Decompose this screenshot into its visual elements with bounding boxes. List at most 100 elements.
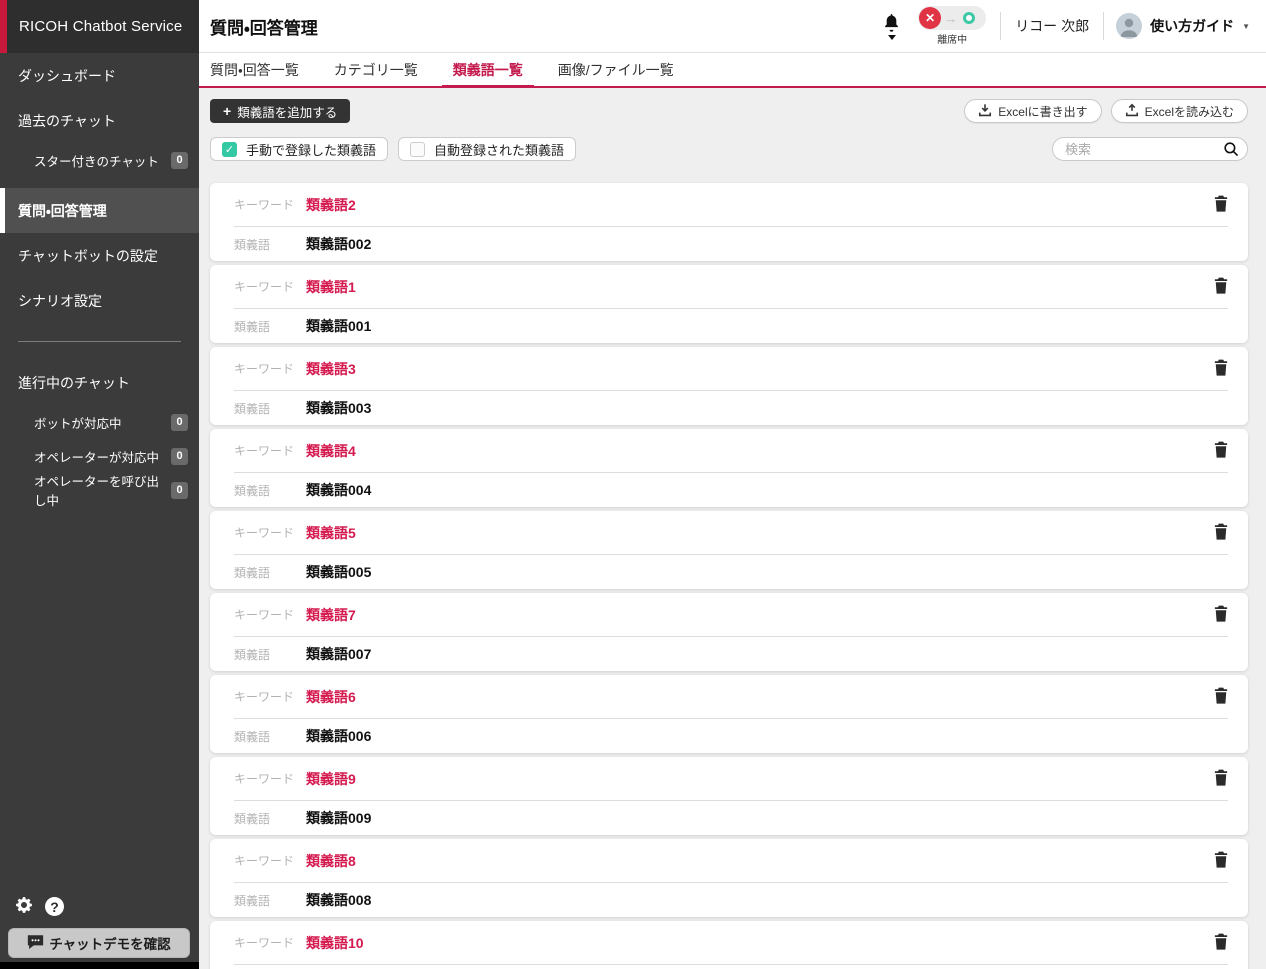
keyword-label: キーワード <box>234 442 306 459</box>
keyword-link[interactable]: 類義語3 <box>306 359 356 379</box>
keyword-link[interactable]: 類義語8 <box>306 851 356 871</box>
available-status-icon <box>963 12 975 24</box>
search-input[interactable] <box>1052 137 1248 161</box>
keyword-label: キーワード <box>234 524 306 541</box>
synonym-value: 類義語002 <box>306 234 371 254</box>
tab-category-list[interactable]: カテゴリ一覧 <box>323 53 429 86</box>
keyword-label: キーワード <box>234 606 306 623</box>
delete-synonym-button[interactable] <box>1214 687 1228 707</box>
synonym-value: 類義語007 <box>306 644 371 664</box>
notifications-button[interactable] <box>881 12 902 40</box>
filter-auto-synonyms[interactable]: 自動登録された類義語 <box>398 137 576 161</box>
sidebar-item-ongoing-chats[interactable]: 進行中のチャット <box>0 360 199 405</box>
synonym-label: 類義語 <box>234 482 306 499</box>
keyword-link[interactable]: 類義語7 <box>306 605 356 625</box>
synonym-label: 類義語 <box>234 892 306 909</box>
sidebar-item-label: 進行中のチャット <box>18 373 130 393</box>
app-logo: RICOH Chatbot Service <box>0 0 199 53</box>
keyword-link[interactable]: 類義語4 <box>306 441 356 461</box>
synonym-list: キーワード 類義語2 類義語 類義語002 キーワード 類義語1 類義語 <box>210 183 1248 969</box>
content: + 類義語を追加する Excelに書き出す Excelを読み込む <box>199 88 1266 969</box>
trash-icon <box>1214 687 1228 707</box>
sidebar-item-label: 質問・回答管理 <box>18 201 107 221</box>
settings-button[interactable] <box>14 895 34 918</box>
keyword-link[interactable]: 類義語6 <box>306 687 356 707</box>
delete-synonym-button[interactable] <box>1214 359 1228 379</box>
page-title: 質問・回答管理 <box>210 14 318 39</box>
upload-icon <box>1125 103 1139 120</box>
sidebar-item-operator-handling[interactable]: オペレーターが対応中 0 <box>0 439 199 473</box>
delete-synonym-button[interactable] <box>1214 769 1228 789</box>
sidebar-item-dashboard[interactable]: ダッシュボード <box>0 53 199 98</box>
away-status-icon: ✕ <box>919 7 941 29</box>
download-icon <box>978 103 992 120</box>
search-box <box>1052 137 1248 161</box>
tab-qa-list[interactable]: 質問・回答一覧 <box>199 53 310 86</box>
synonym-card: キーワード 類義語10 類義語 <box>210 921 1248 969</box>
excel-buttons: Excelに書き出す Excelを読み込む <box>964 99 1248 123</box>
operator-calling-count-badge: 0 <box>171 482 188 499</box>
keyword-link[interactable]: 類義語5 <box>306 523 356 543</box>
help-button[interactable]: ? <box>45 897 64 916</box>
sidebar-item-operator-calling[interactable]: オペレーターを呼び出し中 0 <box>0 473 199 507</box>
synonym-card: キーワード 類義語3 類義語 類義語003 <box>210 347 1248 425</box>
tab-image-file-list[interactable]: 画像/ファイル一覧 <box>547 53 685 86</box>
trash-icon <box>1214 933 1228 953</box>
tab-label: 類義語一覧 <box>453 60 523 80</box>
sidebar-item-label: チャットボットの設定 <box>18 246 158 266</box>
bell-icon <box>881 12 902 37</box>
keyword-label: キーワード <box>234 688 306 705</box>
synonym-card: キーワード 類義語2 類義語 類義語002 <box>210 183 1248 261</box>
synonym-label: 類義語 <box>234 810 306 827</box>
sidebar-footer: ? チャットデモを確認 <box>0 895 199 969</box>
delete-synonym-button[interactable] <box>1214 277 1228 297</box>
sidebar-item-bot-handling[interactable]: ボットが対応中 0 <box>0 405 199 439</box>
status-toggle[interactable]: ✕ → <box>918 6 986 30</box>
trash-icon <box>1214 851 1228 871</box>
tabbar: 質問・回答一覧 カテゴリ一覧 類義語一覧 画像/ファイル一覧 <box>199 53 1266 88</box>
trash-icon <box>1214 523 1228 543</box>
guide-label: 使い方ガイド <box>1150 16 1234 36</box>
delete-synonym-button[interactable] <box>1214 195 1228 215</box>
guide-menu-button[interactable]: 使い方ガイド ▼ <box>1116 13 1250 39</box>
delete-synonym-button[interactable] <box>1214 933 1228 953</box>
trash-icon <box>1214 277 1228 297</box>
keyword-label: キーワード <box>234 934 306 951</box>
tab-synonym-list[interactable]: 類義語一覧 <box>442 53 534 86</box>
tab-label: カテゴリ一覧 <box>334 60 418 80</box>
sidebar-item-starred-chats[interactable]: スター付きのチャット 0 <box>0 143 199 177</box>
keyword-label: キーワード <box>234 360 306 377</box>
delete-synonym-button[interactable] <box>1214 523 1228 543</box>
filter-manual-synonyms[interactable]: ✓ 手動で登録した類義語 <box>210 137 388 161</box>
sidebar-item-label: オペレーターが対応中 <box>34 447 159 466</box>
sidebar-item-chatbot-settings[interactable]: チャットボットの設定 <box>0 233 199 278</box>
app-root: RICOH Chatbot Service ダッシュボード 過去のチャット スタ… <box>0 0 1266 969</box>
trash-icon <box>1214 195 1228 215</box>
synonym-card: キーワード 類義語8 類義語 類義語008 <box>210 839 1248 917</box>
delete-synonym-button[interactable] <box>1214 441 1228 461</box>
caret-down-icon: ▼ <box>1242 22 1250 31</box>
sidebar: RICOH Chatbot Service ダッシュボード 過去のチャット スタ… <box>0 0 199 969</box>
trash-icon <box>1214 769 1228 789</box>
trash-icon <box>1214 359 1228 379</box>
page-header: 質問・回答管理 ✕ → 離席中 リコー 次郎 <box>199 0 1266 53</box>
add-synonym-button[interactable]: + 類義語を追加する <box>210 99 350 123</box>
synonym-card: キーワード 類義語7 類義語 類義語007 <box>210 593 1248 671</box>
synonym-card: キーワード 類義語6 類義語 類義語006 <box>210 675 1248 753</box>
delete-synonym-button[interactable] <box>1214 851 1228 871</box>
keyword-link[interactable]: 類義語1 <box>306 277 356 297</box>
arrow-right-icon: → <box>944 11 957 26</box>
filter-auto-label: 自動登録された類義語 <box>434 140 564 159</box>
sidebar-item-past-chats[interactable]: 過去のチャット <box>0 98 199 143</box>
keyword-link[interactable]: 類義語10 <box>306 933 364 953</box>
keyword-link[interactable]: 類義語9 <box>306 769 356 789</box>
excel-export-button[interactable]: Excelに書き出す <box>964 99 1101 123</box>
delete-synonym-button[interactable] <box>1214 605 1228 625</box>
keyword-label: キーワード <box>234 278 306 295</box>
chat-demo-button[interactable]: チャットデモを確認 <box>8 928 190 958</box>
synonym-label: 類義語 <box>234 236 306 253</box>
sidebar-item-scenario-settings[interactable]: シナリオ設定 <box>0 278 199 323</box>
sidebar-item-qa-management[interactable]: 質問・回答管理 <box>0 188 199 233</box>
excel-import-button[interactable]: Excelを読み込む <box>1111 99 1248 123</box>
keyword-link[interactable]: 類義語2 <box>306 195 356 215</box>
